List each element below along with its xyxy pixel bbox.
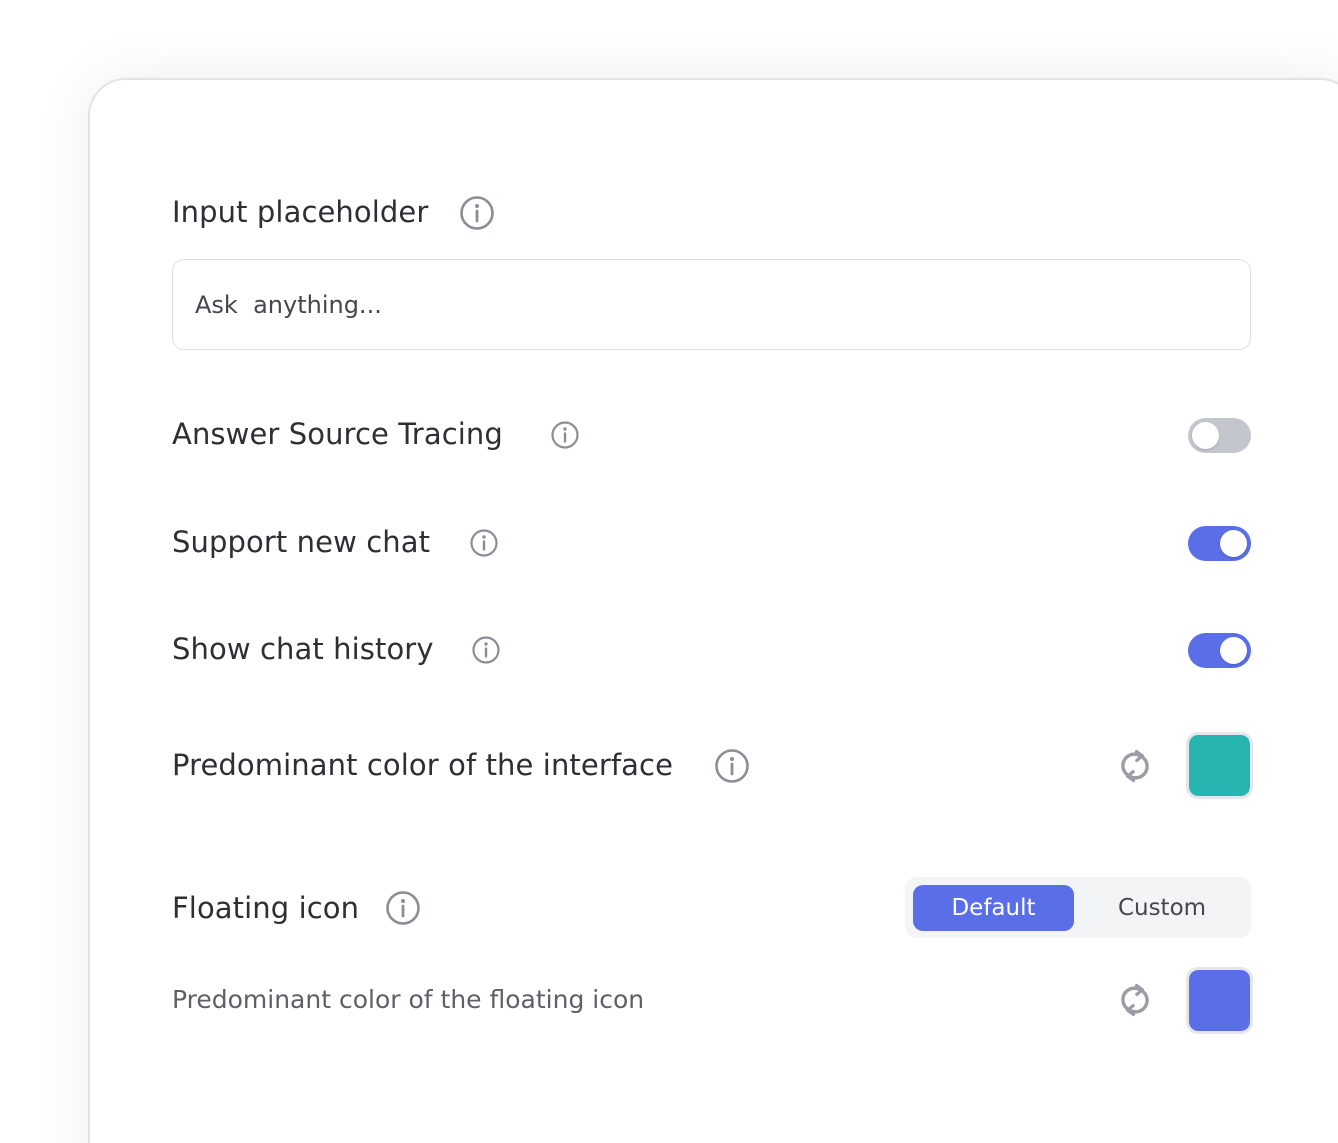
floating-icon-color-swatch[interactable]: [1186, 967, 1253, 1034]
refresh-icon[interactable]: [1116, 981, 1154, 1019]
info-icon[interactable]: [459, 195, 495, 231]
show-chat-history-label: Show chat history: [172, 632, 434, 666]
answer-source-tracing-toggle[interactable]: [1188, 418, 1251, 453]
toggle-knob: [1192, 422, 1219, 449]
predominant-color-label: Predominant color of the interface: [172, 748, 674, 782]
floating-icon-label: Floating icon: [172, 891, 360, 925]
show-chat-history-toggle[interactable]: [1188, 633, 1251, 668]
stage: Input placeholder Answer Source Tracing …: [0, 0, 1338, 1143]
refresh-icon[interactable]: [1116, 747, 1154, 785]
custom-option-button[interactable]: Custom: [1081, 885, 1243, 931]
info-icon[interactable]: [714, 748, 750, 784]
support-new-chat-label: Support new chat: [172, 525, 431, 559]
info-icon[interactable]: [385, 890, 421, 926]
info-icon[interactable]: [471, 635, 501, 665]
info-icon[interactable]: [469, 528, 499, 558]
input-placeholder-label: Input placeholder: [172, 195, 429, 229]
interface-color-swatch[interactable]: [1186, 732, 1253, 799]
info-icon[interactable]: [550, 420, 580, 450]
placeholder-input[interactable]: [172, 259, 1251, 350]
floating-icon-mode-selector: Default Custom: [905, 877, 1251, 938]
answer-source-tracing-label: Answer Source Tracing: [172, 417, 503, 451]
toggle-knob: [1220, 530, 1247, 557]
floating-icon-color-label: Predominant color of the floating icon: [172, 985, 645, 1014]
toggle-knob: [1220, 637, 1247, 664]
support-new-chat-toggle[interactable]: [1188, 526, 1251, 561]
default-option-button[interactable]: Default: [913, 885, 1074, 931]
